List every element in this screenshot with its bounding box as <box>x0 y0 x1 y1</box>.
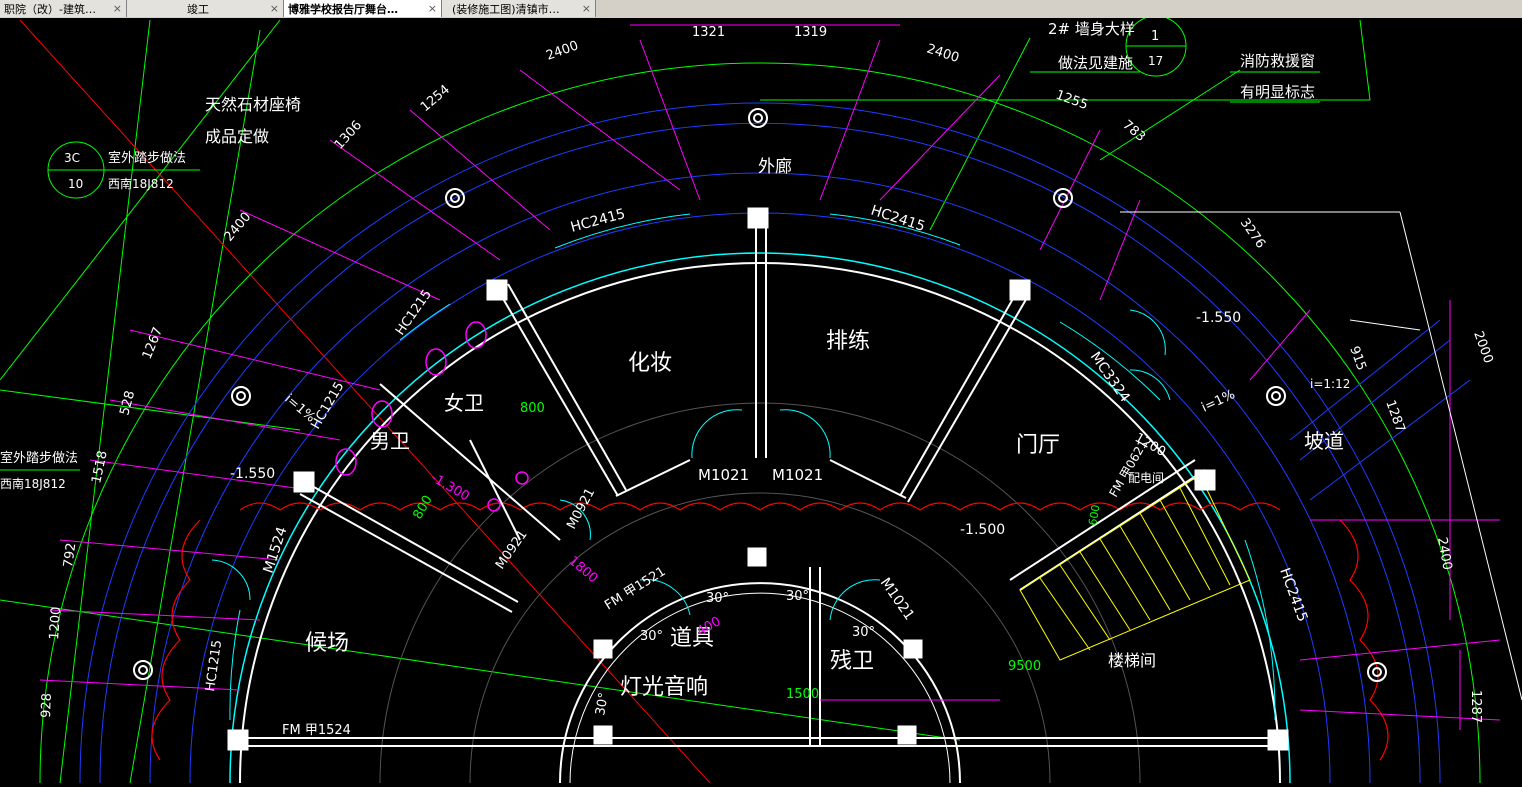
room-stair: 楼梯间 <box>1108 651 1156 670</box>
close-icon[interactable]: × <box>113 0 122 17</box>
document-tab-bar: 职院（改）-建筑… × 竣工 × 博雅学校报告厅舞台… × (装修施工图)清镇市… <box>0 0 1522 19</box>
document-tab-4[interactable]: (装修施工图)清镇市… × <box>442 0 596 17</box>
room-rehearsal: 排练 <box>826 329 870 354</box>
dim-1200-a: 1200 <box>47 606 64 640</box>
room-makeup: 化妆 <box>628 351 672 376</box>
level-1: -1.550 <box>230 466 275 482</box>
angle-30-b: 30° <box>786 589 809 604</box>
room-ramp: 坡道 <box>1304 429 1344 453</box>
dim-1319: 1319 <box>794 25 827 40</box>
tab-label: 职院（改）-建筑… <box>4 2 96 16</box>
angle-30-c: 30° <box>640 629 663 644</box>
note-stone-seat-1: 天然石材座椅 <box>205 95 301 114</box>
note-wall-detail-2: 做法见建施 <box>1058 54 1133 72</box>
note-stone-seat-2: 成品定做 <box>205 127 269 146</box>
note-step-1: 室外踏步做法 <box>108 150 186 166</box>
room-womens-wc: 女卫 <box>444 391 484 415</box>
level-3: -1.500 <box>960 522 1005 538</box>
floor-plan-drawing: 外廊 化妆 排练 门厅 坡道 女卫 男卫 候场 道具 灯光音响 残卫 楼梯间 配… <box>0 15 1522 784</box>
note-fire-window-1: 消防救援窗 <box>1240 52 1315 70</box>
room-waiting: 候场 <box>305 631 349 656</box>
dim-928: 928 <box>39 693 55 718</box>
note-step-left-1: 室外踏步做法 <box>0 450 78 466</box>
tab-label: 竣工 <box>187 2 209 16</box>
dim-9500: 9500 <box>1008 659 1041 674</box>
tab-label: (装修施工图)清镇市… <box>452 2 560 16</box>
room-mens-wc: 男卫 <box>370 429 410 453</box>
room-accessible-wc: 残卫 <box>830 649 874 674</box>
note-step-2: 西南18J812 <box>108 176 174 191</box>
document-tab-3-active[interactable]: 博雅学校报告厅舞台… × <box>284 0 442 17</box>
dim-1287-a: 1287 <box>1468 690 1483 723</box>
document-tab-1[interactable]: 职院（改）-建筑… × <box>0 0 127 17</box>
dim-1500: 1500 <box>786 687 819 702</box>
room-lobby: 门厅 <box>1016 433 1060 458</box>
angle-30-a: 30° <box>706 591 729 606</box>
note-step-left-2: 西南18J812 <box>0 476 66 491</box>
angle-30-d: 30° <box>852 625 875 640</box>
document-tab-2[interactable]: 竣工 × <box>127 0 284 17</box>
note-fire-window-2: 有明显标志 <box>1240 83 1315 101</box>
door-m1021-a: M1021 <box>698 466 749 484</box>
close-icon[interactable]: × <box>270 0 279 17</box>
level-2: -1.550 <box>1196 310 1241 326</box>
close-icon[interactable]: × <box>428 0 437 17</box>
callout-detail-top: 3C <box>64 151 80 165</box>
slope-ramp: i=1:12 <box>1310 377 1350 391</box>
callout-wall-top: 1 <box>1151 29 1159 44</box>
door-m1021-b: M1021 <box>772 466 823 484</box>
callout-wall-bottom: 17 <box>1148 54 1163 68</box>
door-fm1524: FM 甲1524 <box>282 723 351 738</box>
note-wall-detail-1: 2# 墙身大样 <box>1048 20 1135 38</box>
close-icon[interactable]: × <box>582 0 591 17</box>
cad-drawing-canvas[interactable]: 外廊 化妆 排练 门厅 坡道 女卫 男卫 候场 道具 灯光音响 残卫 楼梯间 配… <box>0 15 1522 784</box>
tab-label: 博雅学校报告厅舞台… <box>288 2 398 16</box>
dim-1321: 1321 <box>692 25 725 40</box>
room-lighting-sound: 灯光音响 <box>620 675 708 700</box>
room-outer-corridor: 外廊 <box>758 157 792 177</box>
callout-detail-bottom: 10 <box>68 177 83 191</box>
dim-800-a: 800 <box>520 401 545 416</box>
